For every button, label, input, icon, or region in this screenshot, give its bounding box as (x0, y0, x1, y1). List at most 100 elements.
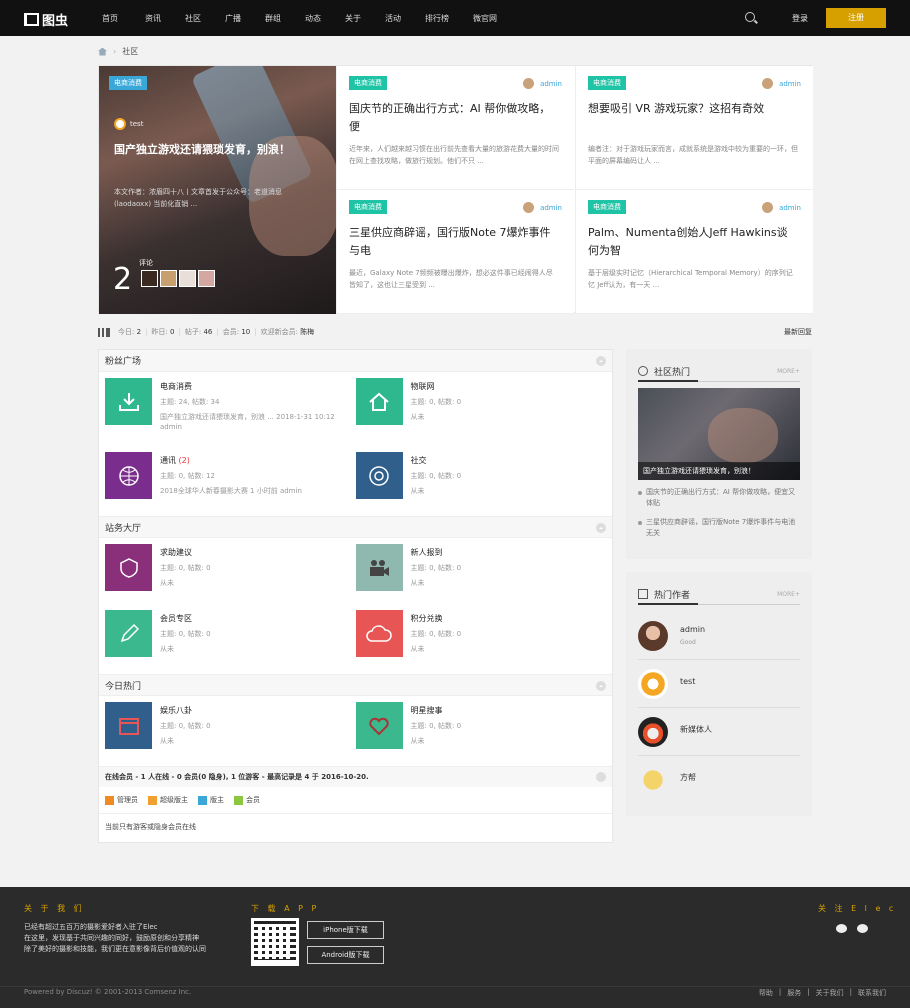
nav-item-about[interactable]: 关于 (345, 13, 361, 24)
hot-image[interactable]: 国产独立游戏还请猥琐发育，别浪！ (638, 388, 800, 480)
online-summary-text[interactable]: 在线会员 - 1 人在线 - 0 会员(0 隐身), 1 位游客 - 最高记录是… (105, 772, 369, 782)
forum-item[interactable]: 新人报到 主题: 0, 帖数: 0 从未 (355, 544, 607, 602)
forum-last-post[interactable]: 从未 (160, 644, 350, 654)
forum-last-post[interactable]: 从未 (411, 412, 601, 422)
nav-item-events[interactable]: 活动 (385, 13, 401, 24)
avatar[interactable] (638, 716, 668, 747)
site-logo[interactable]: 图虫 (24, 10, 68, 29)
footer-link-service[interactable]: 服务 (787, 988, 801, 998)
collapse-icon[interactable] (596, 681, 606, 691)
nav-item-ranking[interactable]: 排行榜 (425, 13, 449, 24)
newest-member-link[interactable]: 陈梅 (300, 327, 314, 337)
forum-item[interactable]: 会员专区 主题: 0, 帖数: 0 从未 (105, 610, 356, 668)
nav-item-news[interactable]: 资讯 (145, 13, 161, 24)
avatar[interactable] (179, 270, 196, 287)
article-title[interactable]: 国庆节的正确出行方式：AI 帮你做攻略，便 (349, 100, 559, 136)
avatar[interactable] (638, 765, 668, 795)
forum-item[interactable]: 求助建议 主题: 0, 帖数: 0 从未 (105, 544, 356, 602)
hot-list-item[interactable]: 三星供应商辟谣，国行版Note 7爆炸事件与电池无关 (638, 517, 800, 539)
author-item[interactable]: 新媒体人 (638, 708, 800, 756)
footer-link-help[interactable]: 帮助 (759, 988, 773, 998)
cloud-icon[interactable] (355, 610, 403, 657)
breadcrumb-current[interactable]: 社区 (122, 46, 138, 57)
login-link[interactable]: 登录 (792, 13, 808, 24)
article-author[interactable]: admin (762, 202, 801, 213)
section-title[interactable]: 粉丝广场 (105, 354, 141, 367)
camera-icon[interactable] (355, 544, 403, 591)
article-card[interactable]: 电商消费 admin Palm、Numenta创始人Jeff Hawkins谈何… (575, 190, 813, 314)
avatar[interactable] (638, 620, 668, 651)
nav-item-groups[interactable]: 群组 (265, 13, 281, 24)
forum-item[interactable]: 明星搜事 主题: 0, 帖数: 0 从未 (355, 702, 607, 760)
featured-main-card[interactable]: 电商消费 test 国产独立游戏还请猥琐发育，别浪！ 本文作者：浓眉四十八丨文章… (99, 66, 336, 314)
collapse-icon[interactable] (596, 772, 606, 782)
article-tag[interactable]: 电商消费 (588, 76, 626, 90)
forum-item[interactable]: 电商消费 主题: 24, 帖数: 34 国产独立游戏还请猥琐发育，别浪 ... 20… (105, 378, 356, 436)
forum-name[interactable]: 通讯 (2) (160, 455, 350, 466)
iphone-download-button[interactable]: iPhone版下载 (307, 921, 384, 939)
forum-last-post[interactable]: 从未 (411, 736, 601, 746)
home-icon[interactable] (98, 47, 107, 56)
latest-replies-link[interactable]: 最新回复 (784, 327, 812, 337)
forum-name[interactable]: 积分兑换 (411, 613, 601, 624)
heart-shield-icon[interactable] (105, 544, 152, 591)
avatar[interactable] (160, 270, 177, 287)
author-item[interactable]: admin Good (638, 612, 800, 660)
at-icon[interactable] (355, 452, 403, 499)
forum-name[interactable]: 会员专区 (160, 613, 350, 624)
forum-last-post[interactable]: 从未 (411, 644, 601, 654)
forum-last-post[interactable]: 从未 (160, 578, 350, 588)
heart-icon[interactable] (355, 702, 403, 749)
forum-item[interactable]: 娱乐八卦 主题: 0, 帖数: 0 从未 (105, 702, 356, 760)
download-icon[interactable] (105, 378, 152, 425)
forum-name[interactable]: 娱乐八卦 (160, 705, 350, 716)
article-author[interactable]: admin (523, 202, 562, 213)
forum-name[interactable]: 电商消费 (160, 381, 350, 392)
article-card[interactable]: 电商消费 admin 国庆节的正确出行方式：AI 帮你做攻略，便 近年来，人们越… (336, 66, 574, 190)
author-name[interactable]: test (680, 677, 695, 686)
calendar-icon[interactable] (105, 702, 152, 749)
article-title[interactable]: 三星供应商辟谣，国行版Note 7爆炸事件与电 (349, 224, 559, 260)
author-item[interactable]: test (638, 660, 800, 708)
weibo-icon[interactable] (857, 924, 868, 933)
author-name[interactable]: 新媒体人 (680, 724, 712, 735)
nav-item-community[interactable]: 社区 (185, 13, 201, 24)
forum-item[interactable]: 物联网 主题: 0, 帖数: 0 从未 (355, 378, 607, 436)
pencil-icon[interactable] (105, 610, 152, 657)
featured-title[interactable]: 国产独立游戏还请猥琐发育，别浪！ (114, 141, 314, 159)
nav-item-feed[interactable]: 动态 (305, 13, 321, 24)
collapse-icon[interactable] (596, 356, 606, 366)
forum-last-post[interactable]: 从未 (411, 486, 601, 496)
home-icon[interactable] (355, 378, 403, 425)
forum-last-post[interactable]: 从未 (160, 736, 350, 746)
article-tag[interactable]: 电商消费 (588, 200, 626, 214)
forum-name[interactable]: 新人报到 (411, 547, 601, 558)
wechat-icon[interactable] (836, 924, 847, 933)
globe-icon[interactable] (105, 452, 152, 499)
article-card[interactable]: 电商消费 admin 三星供应商辟谣，国行版Note 7爆炸事件与电 最近，Ga… (336, 190, 574, 314)
avatar[interactable] (198, 270, 215, 287)
footer-link-about[interactable]: 关于我们 (816, 988, 844, 998)
nav-item-broadcast[interactable]: 广播 (225, 13, 241, 24)
collapse-icon[interactable] (596, 523, 606, 533)
article-author[interactable]: admin (762, 78, 801, 89)
forum-item[interactable]: 积分兑换 主题: 0, 帖数: 0 从未 (355, 610, 607, 668)
forum-last-post[interactable]: 从未 (411, 578, 601, 588)
article-tag[interactable]: 电商消费 (349, 200, 387, 214)
footer-link-contact[interactable]: 联系我们 (858, 988, 886, 998)
more-link[interactable]: MORE+ (777, 368, 800, 375)
featured-tag[interactable]: 电商消费 (109, 76, 147, 90)
nav-item-home[interactable]: 首页 (102, 13, 118, 24)
hot-image-caption[interactable]: 国产独立游戏还请猥琐发育，别浪！ (638, 462, 800, 480)
forum-item[interactable]: 通讯 (2) 主题: 0, 帖数: 12 2018全球华人新春摄影大赛 1 小时前 … (105, 452, 356, 510)
section-title[interactable]: 站务大厅 (105, 521, 141, 534)
author-name[interactable]: admin (680, 625, 705, 634)
author-item[interactable]: 方帮 (638, 756, 800, 804)
article-title[interactable]: Palm、Numenta创始人Jeff Hawkins谈何为智 (588, 224, 798, 260)
forum-name[interactable]: 明星搜事 (411, 705, 601, 716)
section-title[interactable]: 今日热门 (105, 679, 141, 692)
more-link[interactable]: MORE+ (777, 591, 800, 598)
register-button[interactable]: 注册 (826, 8, 886, 28)
article-tag[interactable]: 电商消费 (349, 76, 387, 90)
author-name[interactable]: 方帮 (680, 772, 696, 783)
